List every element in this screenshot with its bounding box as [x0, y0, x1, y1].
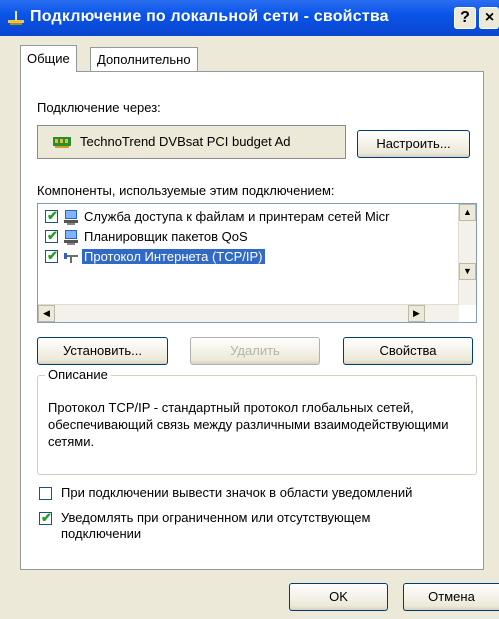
network-connection-icon — [8, 11, 24, 25]
description-title: Описание — [45, 367, 111, 382]
network-protocol-icon — [64, 253, 78, 263]
notify-limited-checkbox[interactable]: ✔ — [39, 510, 52, 525]
help-button[interactable]: ? — [454, 7, 476, 29]
cancel-button[interactable]: Отмена — [403, 583, 499, 611]
window-title: Подключение по локальной сети - свойства — [30, 8, 389, 25]
file-printer-sharing-icon — [64, 210, 78, 225]
adapter-name: TechnoTrend DVBsat PCI budget Ad — [80, 134, 291, 149]
tab-advanced[interactable]: Дополнительно — [90, 47, 198, 72]
title-bar[interactable]: Подключение по локальной сети - свойства… — [0, 0, 499, 36]
description-text: Протокол TCP/IP - стандартный протокол г… — [48, 400, 449, 449]
components-list[interactable]: ✔ Служба доступа к файлам и принтерам се… — [37, 203, 477, 323]
list-item[interactable]: ✔ Протокол Интернета (TCP/IP) — [38, 247, 458, 267]
show-tray-icon-checkbox[interactable] — [39, 487, 52, 500]
component-checkbox[interactable]: ✔ — [45, 228, 58, 243]
component-label: Служба доступа к файлам и принтерам сете… — [84, 209, 390, 224]
scroll-right-icon[interactable]: ▶ — [408, 305, 425, 322]
list-item[interactable]: ✔ Служба доступа к файлам и принтерам се… — [38, 207, 458, 227]
ok-button[interactable]: OK — [289, 583, 388, 611]
close-button[interactable]: × — [479, 7, 499, 29]
configure-button[interactable]: Настроить... — [357, 130, 470, 158]
component-checkbox[interactable]: ✔ — [45, 208, 58, 223]
components-label: Компоненты, используемые этим подключени… — [37, 183, 335, 198]
network-adapter-icon — [53, 137, 71, 148]
vertical-scrollbar[interactable]: ▲ ▼ — [458, 204, 476, 305]
uninstall-button[interactable]: Удалить — [190, 337, 320, 365]
show-tray-icon-label[interactable]: При подключении вывести значок в области… — [61, 485, 412, 501]
scroll-left-icon[interactable]: ◀ — [38, 305, 55, 322]
component-label: Протокол Интернета (TCP/IP) — [82, 249, 265, 264]
checkmark-icon: ✔ — [47, 248, 58, 263]
notify-limited-label[interactable]: Уведомлять при ограниченном или отсутств… — [61, 510, 441, 542]
component-label: Планировщик пакетов QoS — [84, 229, 248, 244]
scroll-down-icon[interactable]: ▼ — [459, 263, 476, 280]
qos-scheduler-icon — [64, 230, 78, 245]
adapter-display: TechnoTrend DVBsat PCI budget Ad — [37, 125, 346, 159]
install-button[interactable]: Установить... — [37, 337, 168, 365]
component-checkbox[interactable]: ✔ — [45, 248, 58, 263]
checkmark-icon: ✔ — [47, 208, 58, 223]
tab-general[interactable]: Общие — [20, 45, 77, 72]
checkmark-icon: ✔ — [47, 228, 58, 243]
scroll-up-icon[interactable]: ▲ — [459, 204, 476, 221]
horizontal-scrollbar[interactable]: ◀ ▶ — [38, 304, 459, 322]
connect-using-label: Подключение через: — [37, 100, 161, 115]
list-item[interactable]: ✔ Планировщик пакетов QoS — [38, 227, 458, 247]
properties-button[interactable]: Свойства — [343, 337, 473, 365]
checkmark-icon: ✔ — [41, 510, 52, 525]
